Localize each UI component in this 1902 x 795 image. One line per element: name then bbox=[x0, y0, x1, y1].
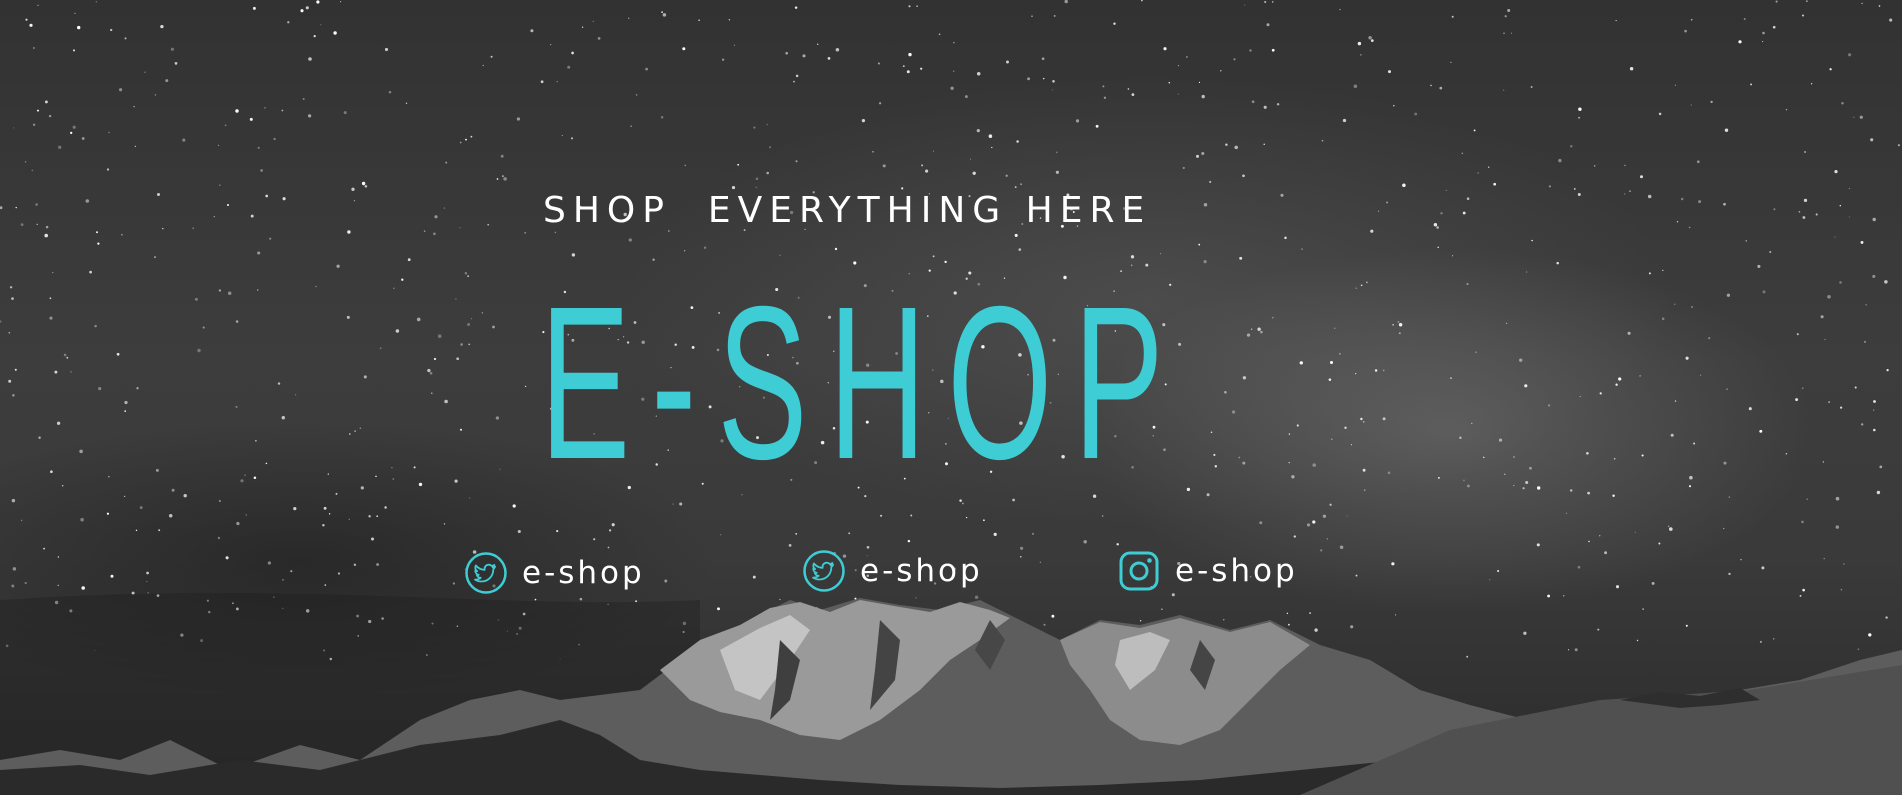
social-link-twitter-2[interactable]: e-shop bbox=[802, 549, 983, 593]
social-label: e-shop bbox=[522, 555, 645, 591]
tagline: SHOP EVERYTHING HERE bbox=[543, 190, 1152, 231]
social-label: e-shop bbox=[860, 553, 983, 589]
social-link-instagram[interactable]: e-shop bbox=[1117, 549, 1298, 593]
hero-banner: SHOP EVERYTHING HERE E-SHOP e-shop e-sho… bbox=[0, 0, 1902, 795]
social-label: e-shop bbox=[1175, 553, 1298, 589]
brand-title: E-SHOP bbox=[540, 262, 1185, 505]
twitter-icon bbox=[465, 552, 507, 594]
twitter-icon bbox=[803, 550, 845, 592]
instagram-icon bbox=[1119, 551, 1159, 591]
social-link-twitter-1[interactable]: e-shop bbox=[464, 551, 645, 595]
